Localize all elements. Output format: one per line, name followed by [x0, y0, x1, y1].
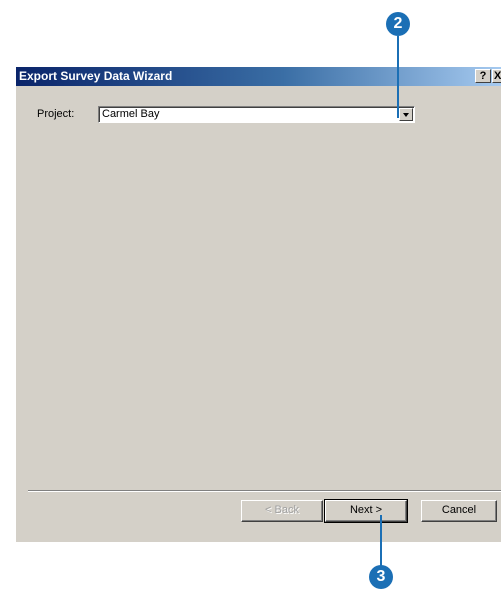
window-title: Export Survey Data Wizard: [19, 69, 173, 83]
project-dropdown-value: Carmel Bay: [102, 108, 160, 120]
screenshot-stage: Export Survey Data Wizard ? X Project: C…: [0, 0, 501, 591]
export-survey-data-wizard-dialog: Export Survey Data Wizard ? X Project: C…: [16, 67, 501, 542]
project-label: Project:: [37, 108, 75, 120]
cancel-button[interactable]: Cancel: [421, 500, 497, 522]
button-separator: [28, 490, 501, 492]
close-button[interactable]: X: [492, 69, 501, 83]
dropdown-arrow-icon[interactable]: [399, 108, 413, 121]
callout-step-2-badge: 2: [386, 12, 410, 36]
callout-2-leader-line: [397, 36, 399, 118]
back-button[interactable]: < Back: [241, 500, 323, 522]
title-bar[interactable]: Export Survey Data Wizard ? X: [16, 67, 501, 86]
help-button[interactable]: ?: [475, 69, 491, 83]
project-dropdown[interactable]: Carmel Bay: [98, 106, 415, 123]
next-button[interactable]: Next >: [324, 499, 408, 523]
callout-step-3-badge: 3: [369, 565, 393, 589]
